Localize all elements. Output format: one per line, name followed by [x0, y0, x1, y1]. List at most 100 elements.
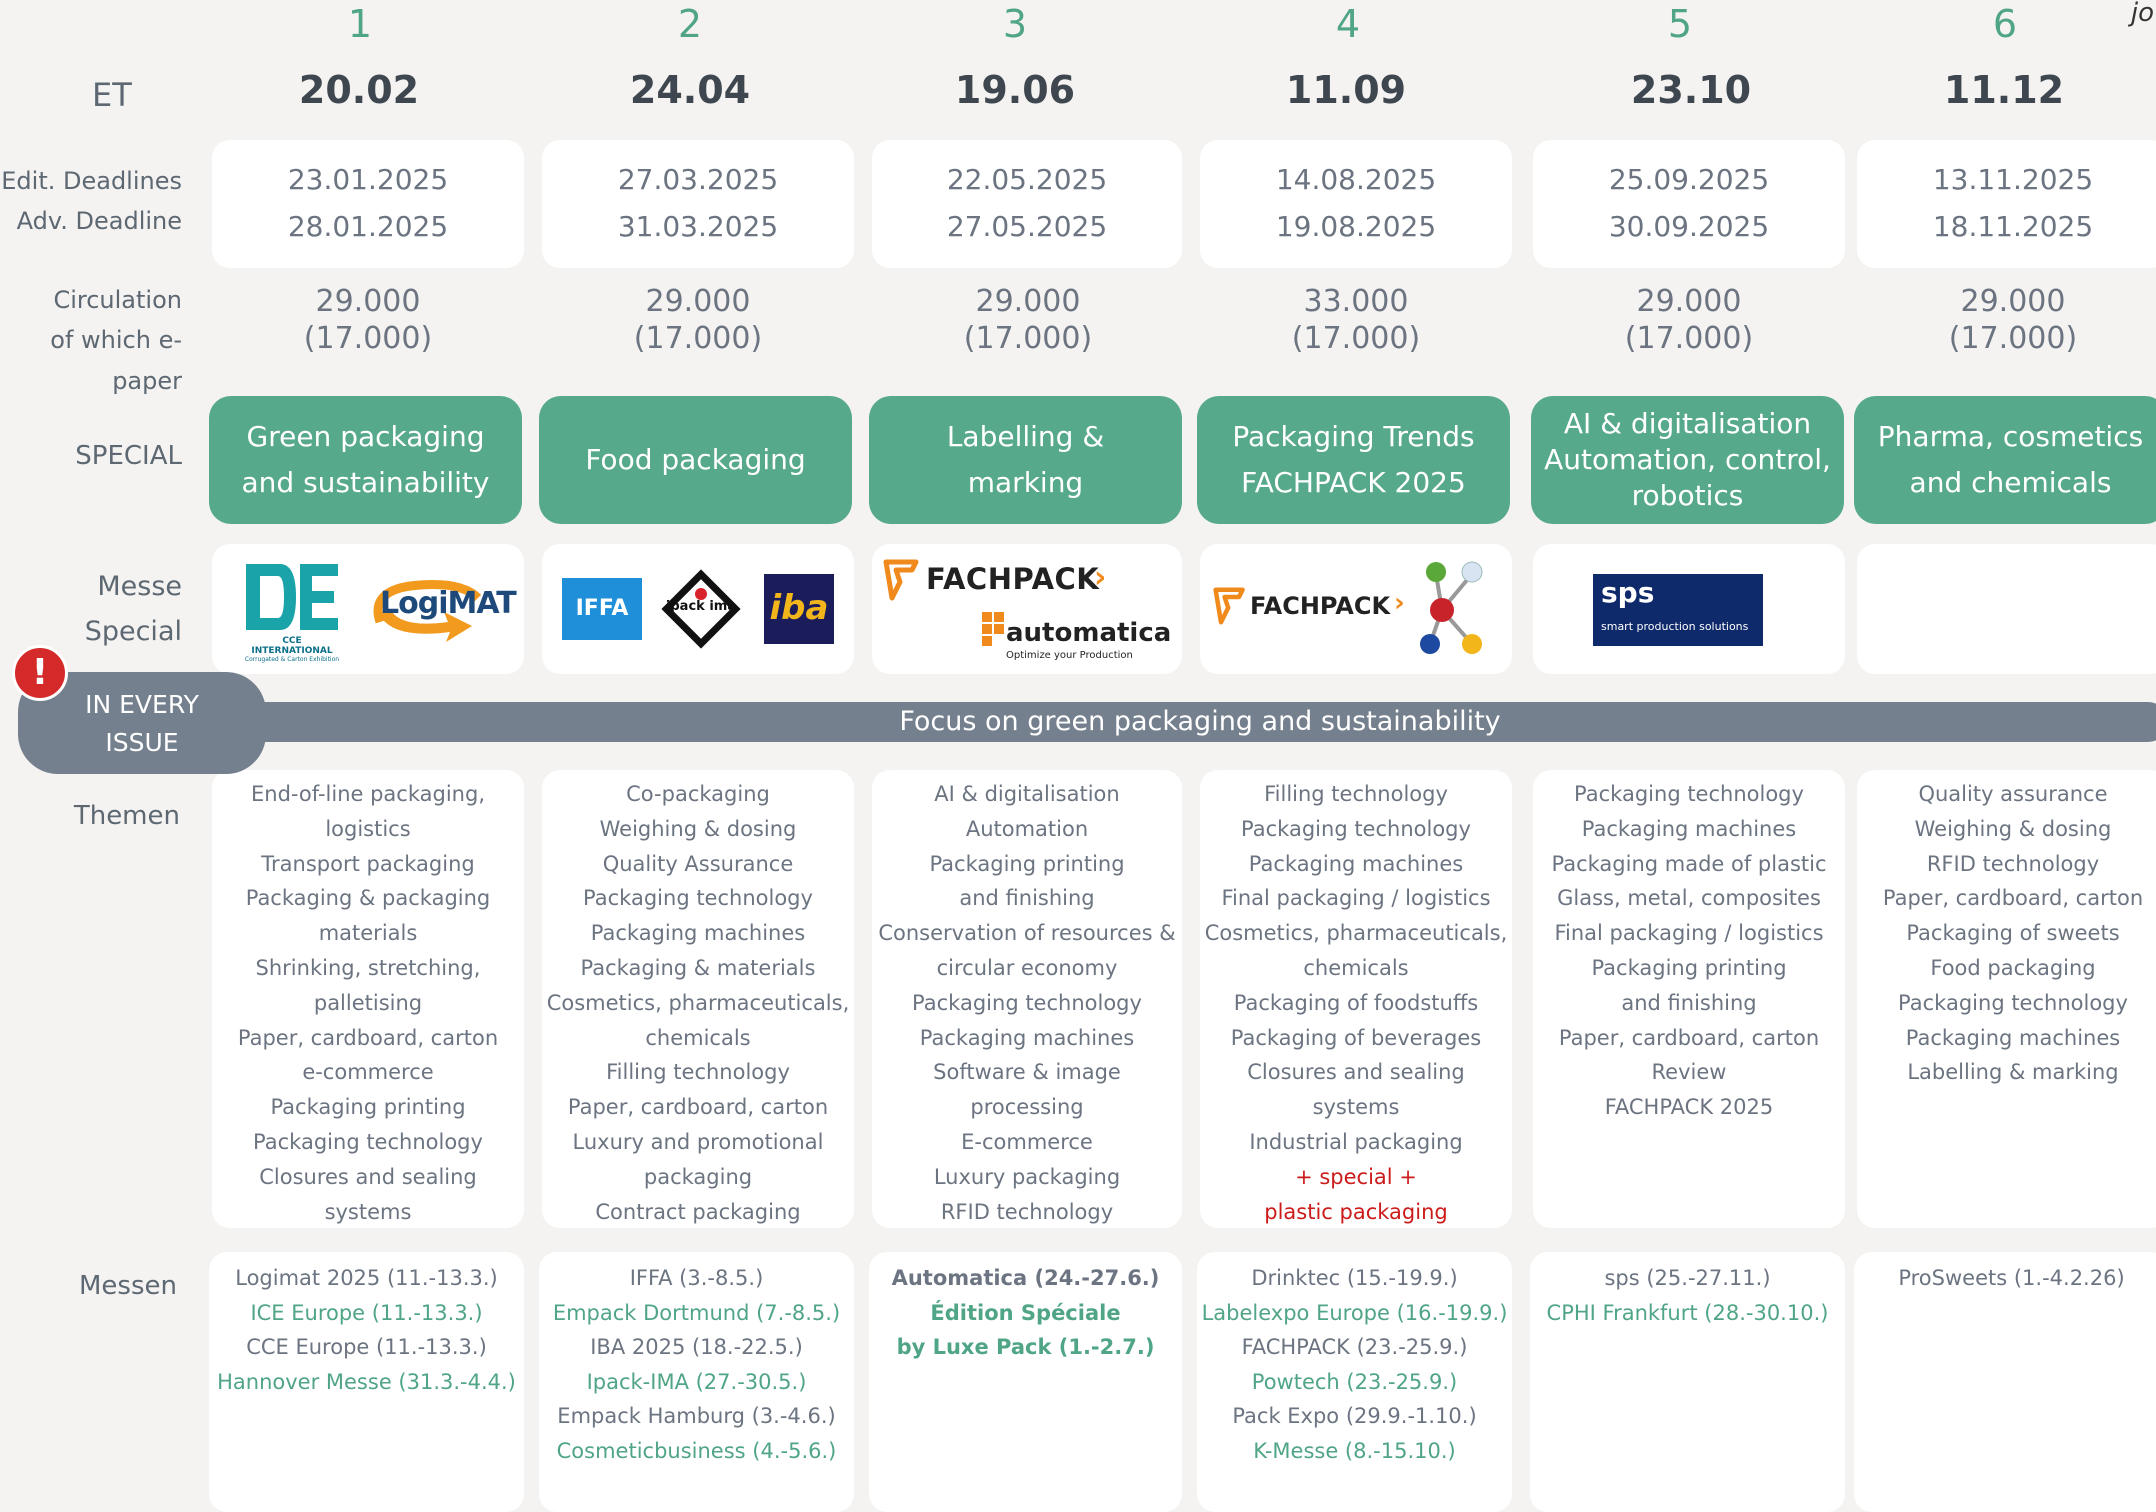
topics-card: AI & digitalisation Automation Packaging p…: [872, 770, 1182, 1228]
special-line: Pharma, cosmetics: [1877, 420, 2144, 453]
fairs-list: Drinktec (15.-19.9.) Labelexpo Europe (16…: [1197, 1252, 1512, 1469]
fairs-list: Logimat 2025 (11.-13.3.) ICE Europe (11.-…: [209, 1252, 524, 1399]
special-topic: AI & digitalisation Automation, control, r…: [1531, 396, 1844, 524]
topic-item: processing: [970, 1095, 1084, 1120]
fair-item: by Luxe Pack (1.-2.7.): [896, 1335, 1155, 1360]
messe-logo-card: IFFA ipack ima iba: [542, 544, 854, 674]
edit-deadline: 25.09.2025: [1608, 163, 1770, 196]
fair-item: Pack Expo (29.9.-1.10.): [1232, 1404, 1477, 1429]
logimat-logo: LogiMAT: [360, 572, 517, 646]
epaper-value: (17.000): [303, 321, 433, 356]
circulation-value: 29.000: [975, 284, 1081, 319]
edit-deadline: 14.08.2025: [1275, 163, 1437, 196]
fair-item: Ipack-IMA (27.-30.5.): [586, 1369, 807, 1394]
special-topic: Food packaging: [539, 396, 852, 524]
topics-card: Packaging technology Packaging machines Pa…: [1533, 770, 1845, 1228]
topic-item: Paper, cardboard, carton: [1882, 886, 2144, 911]
label-et: ET: [92, 76, 132, 114]
et-date: 20.02: [298, 68, 420, 112]
deadline-card: 13.11.2025 18.11.2025: [1857, 140, 2156, 268]
sps-logo: sps smart production solutions: [1593, 574, 1763, 646]
fair-item: Édition Spéciale: [930, 1300, 1121, 1325]
label-circulation: Circulation: [53, 286, 182, 314]
label-epaper: of which e-paper: [50, 326, 182, 395]
label-messe: Messe: [97, 571, 182, 602]
fair-item: Drinktec (15.-19.9.): [1251, 1266, 1458, 1290]
topic-item: systems: [324, 1199, 412, 1224]
special-text: Green packaging and sustainability: [242, 414, 490, 506]
issue-number: 1: [347, 2, 373, 46]
topic-item: Paper, cardboard, carton: [567, 1095, 829, 1120]
circulation-block: 33.000 (17.000): [1200, 283, 1512, 357]
topic-item: Packaging printing: [1591, 955, 1787, 980]
topic-item: Packaging technology: [1241, 816, 1471, 841]
issue-number: 2: [677, 2, 703, 46]
topic-item: Packaging machines: [1905, 1025, 2121, 1050]
topics-card: Filling technology Packaging technology Pa…: [1200, 770, 1512, 1228]
messe-logo-card: [1857, 544, 2156, 674]
topic-item: Quality assurance: [1918, 782, 2108, 806]
deadline-card: 14.08.2025 19.08.2025: [1200, 140, 1512, 268]
special-line: Automation, control,: [1544, 443, 1831, 476]
fair-item: Automatica (24.-27.6.): [891, 1266, 1160, 1290]
special-line: AI & digitalisation: [1563, 407, 1812, 440]
topic-item: Closures and sealing: [1247, 1060, 1465, 1085]
fair-item: IFFA (3.-8.5.): [629, 1266, 764, 1290]
messe-logo-card: sps smart production solutions: [1533, 544, 1845, 674]
fair-item: CPHI Frankfurt (28.-30.10.): [1546, 1300, 1829, 1325]
topic-item: Packaging technology: [253, 1129, 483, 1154]
topic-item: FACHPACK 2025: [1604, 1095, 1774, 1120]
topic-item: Filling technology: [1264, 782, 1448, 806]
fair-item: Empack Dortmund (7.-8.5.): [552, 1300, 841, 1325]
topic-item: Software & image: [933, 1060, 1121, 1085]
special-line: Packaging Trends: [1232, 420, 1475, 453]
issue-number: 4: [1335, 2, 1361, 46]
edit-deadline: 22.05.2025: [946, 163, 1108, 196]
topic-item: Industrial packaging: [1249, 1129, 1463, 1154]
deadline-card: 23.01.2025 28.01.2025: [212, 140, 524, 268]
topics-card: Co-packaging Weighing & dosing Quality Ass…: [542, 770, 854, 1228]
fairs-list: ProSweets (1.-4.2.26): [1854, 1252, 2156, 1296]
special-line: and sustainability: [241, 466, 490, 499]
special-line: Green packaging: [246, 420, 485, 453]
special-text: AI & digitalisation Automation, control, r…: [1544, 406, 1831, 514]
adv-deadline: 31.03.2025: [617, 210, 779, 243]
topics-list: AI & digitalisation Automation Packaging p…: [872, 770, 1182, 1229]
topic-item: Labelling & marking: [1907, 1060, 2119, 1085]
topic-item: Automation: [965, 816, 1089, 841]
issue-number: 3: [1002, 2, 1028, 46]
et-date: 19.06: [954, 68, 1076, 112]
special-line: Labelling &: [946, 420, 1105, 453]
special-text: Pharma, cosmetics and chemicals: [1878, 414, 2143, 506]
topic-item: and finishing: [1621, 990, 1757, 1015]
epaper-value: (17.000): [1291, 321, 1421, 356]
topic-item: Packaging machines: [1581, 816, 1797, 841]
topic-item: Packaging made of plastic: [1551, 851, 1827, 876]
topic-item: and finishing: [959, 886, 1095, 911]
label-themen: Themen: [73, 801, 180, 831]
topic-item: Conservation of resources &: [878, 921, 1176, 946]
topic-item: Packaging printing: [929, 851, 1125, 876]
topic-item: chemicals: [645, 1025, 751, 1050]
label-special: SPECIAL: [75, 441, 182, 471]
topic-item: Luxury packaging: [933, 1164, 1121, 1189]
topic-item: RFID technology: [940, 1199, 1114, 1224]
topic-item: packaging: [643, 1164, 753, 1189]
fachpack-logo: FACHPACK ›: [1212, 584, 1412, 628]
adv-deadline: 30.09.2025: [1608, 210, 1770, 243]
iffa-logo: IFFA: [562, 578, 642, 640]
topic-item: e-commerce: [302, 1060, 434, 1085]
molecule-logo: [1418, 558, 1488, 658]
topic-item: Quality Assurance: [602, 851, 794, 876]
label-messen: Messen: [79, 1271, 177, 1301]
epaper-value: (17.000): [633, 321, 763, 356]
deadline-card: 25.09.2025 30.09.2025: [1533, 140, 1845, 268]
circulation-value: 29.000: [315, 284, 421, 319]
topic-item: Filling technology: [606, 1060, 790, 1085]
topic-item: Paper, cardboard, carton: [1558, 1025, 1820, 1050]
fair-item: Logimat 2025 (11.-13.3.): [235, 1266, 498, 1290]
topic-item: RFID technology: [1926, 851, 2100, 876]
topic-special-item: + special +: [1295, 1164, 1417, 1189]
focus-text: Focus on green packaging and sustainabil…: [899, 706, 1501, 737]
topics-card: End-of-line packaging, logistics Transport…: [212, 770, 524, 1228]
